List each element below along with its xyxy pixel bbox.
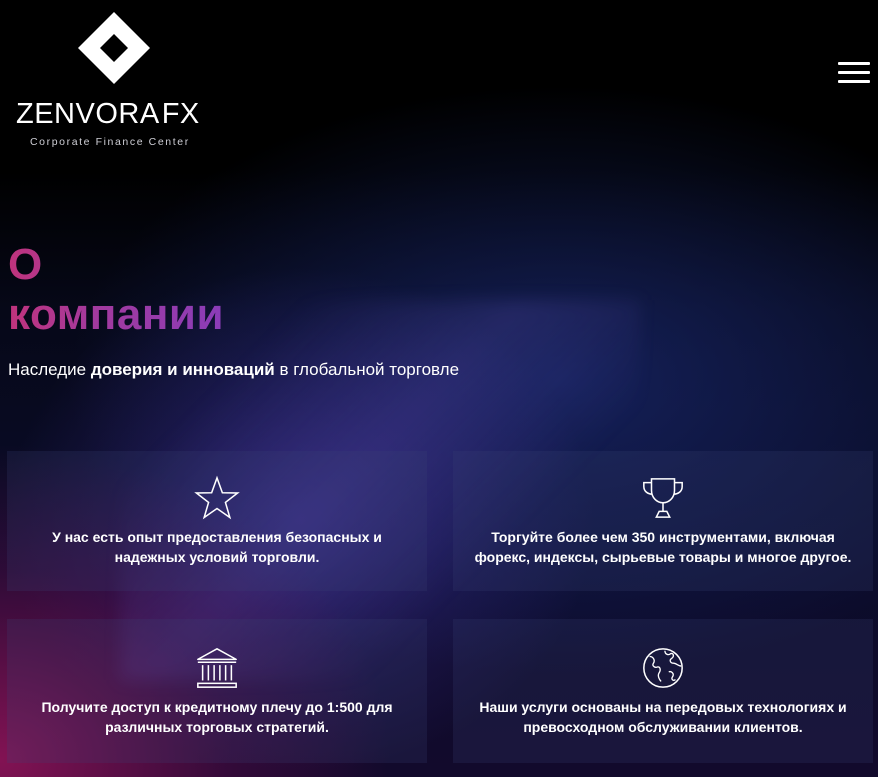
subtitle-part2: в глобальной торговле [274, 360, 460, 379]
subtitle-bold: доверия и инноваций [90, 360, 275, 379]
page-title-line2: компании [8, 290, 225, 339]
feature-card-leverage: Получите доступ к кредитному плечу до 1:… [7, 619, 427, 763]
logo-name: ZENVORA [16, 98, 160, 130]
page-subtitle: Наследие доверия и инноваций в глобально… [8, 360, 459, 380]
feature-card-text: У нас есть опыт предоставления безопасны… [52, 529, 382, 565]
globe-icon [643, 648, 683, 688]
feature-card-instruments: Торгуйте более чем 350 инструментами, вк… [453, 451, 873, 591]
page-title: О компании [8, 240, 224, 340]
page-title-line1: О [8, 240, 224, 290]
star-icon [194, 475, 240, 520]
feature-card-technology: Наши услуги основаны на передовых технол… [453, 619, 873, 763]
feature-card-text: Торгуйте более чем 350 инструментами, вк… [474, 529, 852, 565]
menu-icon[interactable] [838, 62, 870, 84]
feature-card-experience: У нас есть опыт предоставления безопасны… [7, 451, 427, 591]
diamond-logo-icon [78, 12, 150, 84]
bank-icon [197, 648, 237, 688]
subtitle-part1: Наследие [8, 360, 91, 379]
brand-logo[interactable]: ZENVORAFX Corporate Finance Center [16, 10, 216, 150]
trophy-icon [643, 478, 683, 518]
page: ZENVORAFX Corporate Finance Center О ком… [0, 0, 878, 777]
logo-suffix: FX [161, 98, 200, 130]
logo-tagline: Corporate Finance Center [30, 136, 190, 148]
feature-card-text: Получите доступ к кредитному плечу до 1:… [41, 699, 393, 735]
logo-wordmark: ZENVORAFX [16, 98, 200, 131]
feature-card-text: Наши услуги основаны на передовых технол… [479, 699, 847, 735]
